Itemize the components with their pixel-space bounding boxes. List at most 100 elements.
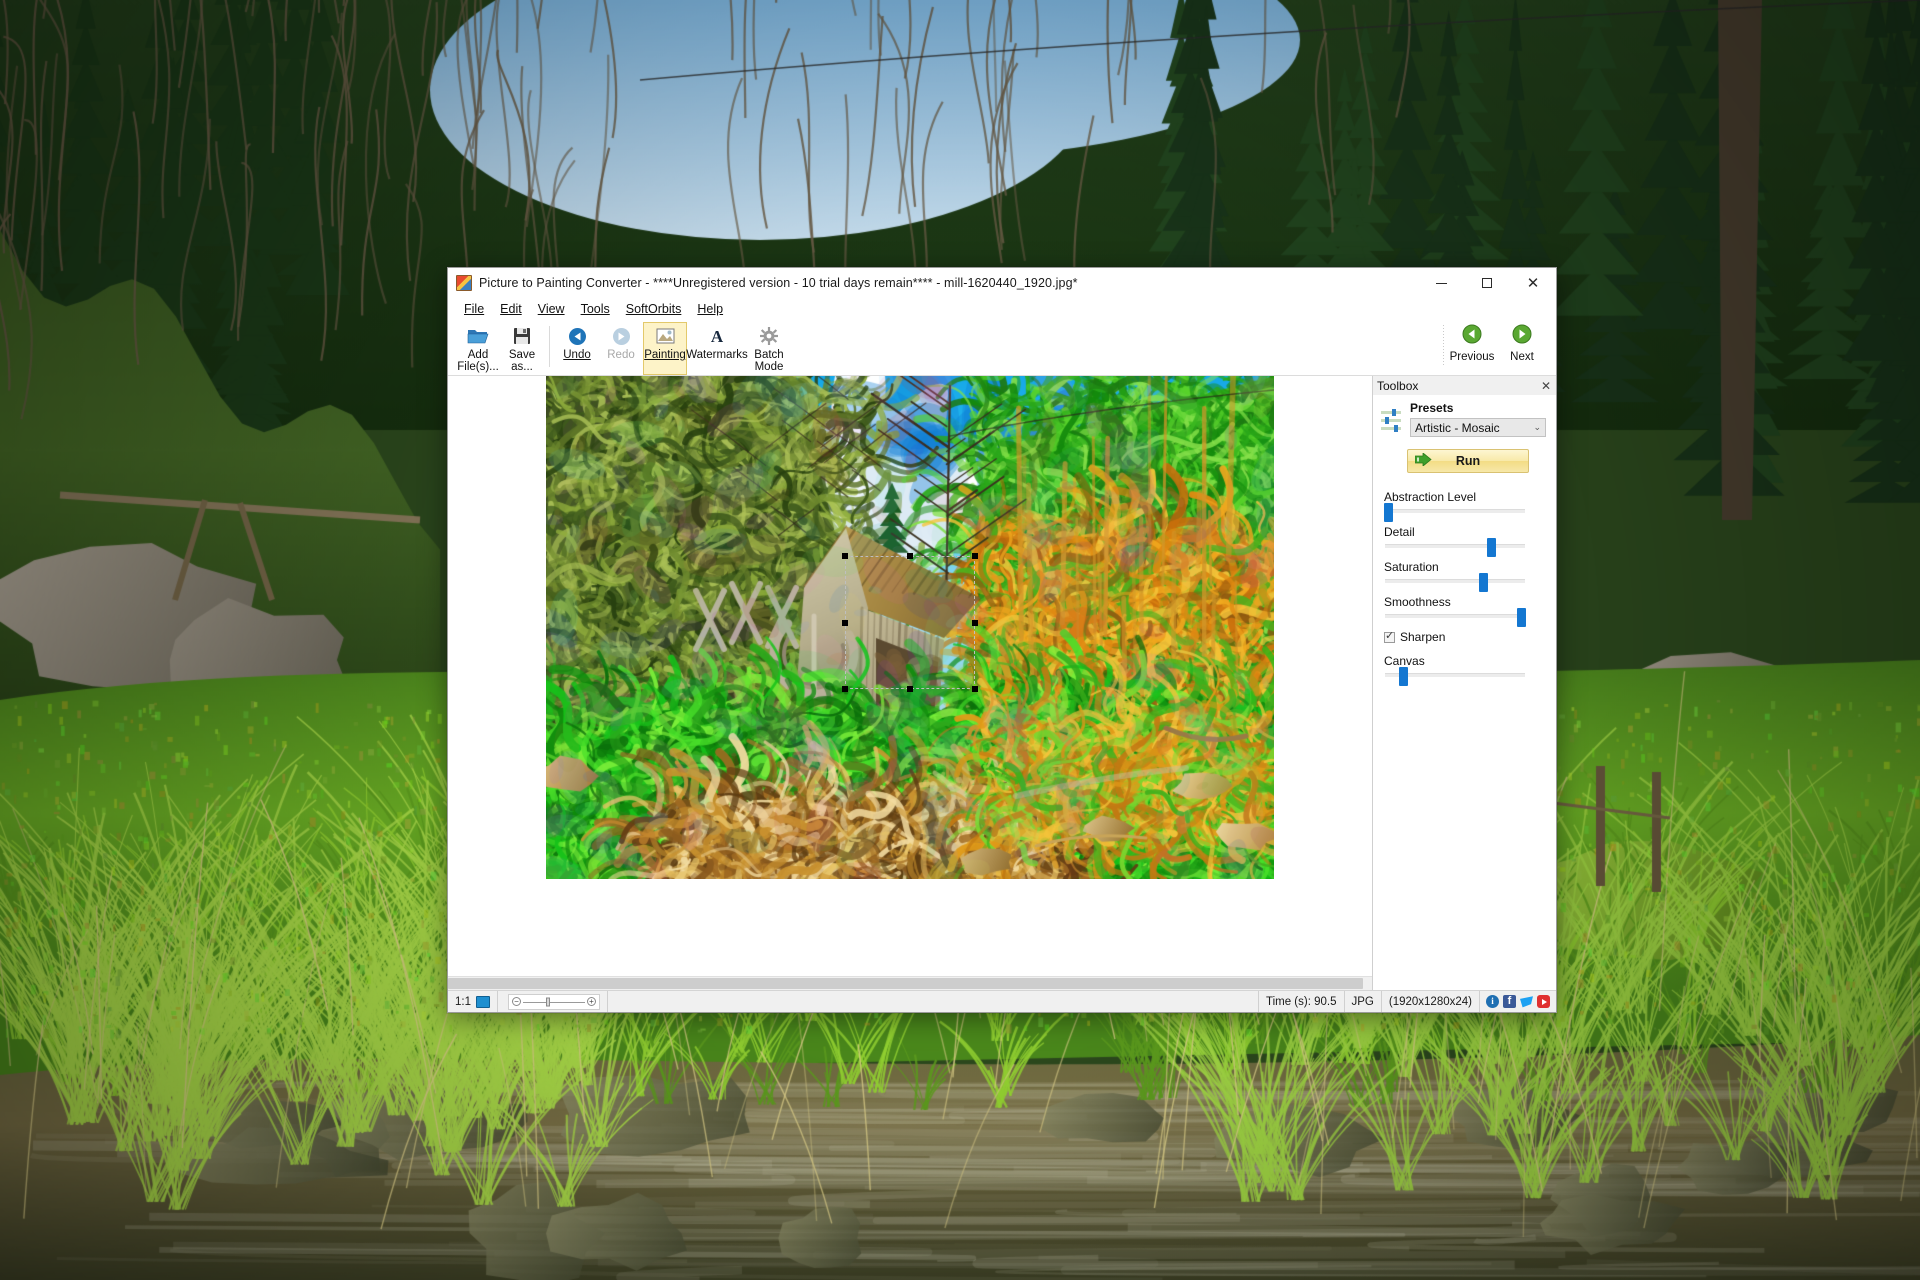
smoothness-label: Smoothness: [1384, 595, 1451, 609]
undo-label: Undo: [563, 349, 591, 361]
zoom-out-button[interactable]: −: [512, 997, 521, 1006]
sharpen-checkbox-row[interactable]: Sharpen: [1384, 630, 1546, 644]
menu-item-tools[interactable]: Tools: [574, 300, 617, 318]
window-title: Picture to Painting Converter - ****Unre…: [479, 276, 1078, 290]
canvas-track[interactable]: [1385, 667, 1525, 686]
slider-canvas: Canvas: [1381, 654, 1546, 686]
image-dimensions-cell: (1920x1280x24): [1382, 991, 1480, 1012]
detail-label: Detail: [1384, 525, 1415, 539]
menu-bar: File Edit View Tools SoftOrbits Help: [448, 298, 1556, 320]
close-icon: ✕: [1526, 274, 1540, 292]
painting-label: Painting: [644, 349, 686, 361]
toolbar-separator-1: [549, 326, 550, 367]
zoom-ratio-cell[interactable]: 1:1: [448, 991, 498, 1012]
abstraction-level-label: Abstraction Level: [1384, 490, 1477, 504]
abstraction-level-thumb[interactable]: [1383, 503, 1393, 522]
saturation-thumb[interactable]: [1479, 573, 1488, 592]
add-files-button[interactable]: Add File(s)...: [456, 322, 500, 375]
processing-time-cell: Time (s): 90.5: [1259, 991, 1345, 1012]
redo-button[interactable]: Redo: [599, 322, 643, 375]
info-icon[interactable]: [1486, 995, 1499, 1008]
twitter-icon[interactable]: [1520, 996, 1533, 1008]
undo-button[interactable]: Undo: [555, 322, 599, 375]
status-icons: [1480, 991, 1556, 1012]
zoom-in-button[interactable]: +: [587, 997, 596, 1006]
minimize-button[interactable]: [1418, 268, 1464, 298]
smoothness-track[interactable]: [1385, 608, 1526, 627]
presets-selected-value: Artistic - Mosaic: [1415, 420, 1500, 435]
scrollbar-thumb[interactable]: [448, 978, 1363, 989]
run-button[interactable]: Run: [1407, 449, 1529, 473]
toolbox-close-icon[interactable]: ✕: [1541, 380, 1551, 392]
menu-item-view[interactable]: View: [531, 300, 572, 318]
menu-help-label: Help: [697, 302, 724, 316]
menu-softorbits-label: SoftOrbits: [625, 302, 682, 316]
menu-item-file[interactable]: File: [457, 300, 491, 318]
window-controls: ✕: [1418, 268, 1556, 298]
chevron-down-icon: ⌄: [1533, 422, 1541, 432]
abstraction-level-track[interactable]: [1383, 503, 1525, 522]
painting-icon: [656, 325, 675, 347]
status-spacer: [608, 991, 1259, 1012]
smoothness-thumb[interactable]: [1516, 608, 1526, 627]
add-files-label: Add File(s)...: [457, 349, 499, 373]
menu-tools-label: Tools: [580, 302, 610, 316]
undo-arrow-icon: [568, 325, 587, 347]
save-as-button[interactable]: Save as...: [500, 322, 544, 375]
menu-item-softorbits[interactable]: SoftOrbits: [619, 300, 689, 318]
zoom-slider-line: [523, 1001, 585, 1003]
youtube-icon[interactable]: [1537, 995, 1550, 1008]
redo-label: Redo: [607, 349, 635, 361]
green-right-arrow-icon: [1512, 324, 1532, 347]
desktop: Picture to Painting Converter - ****Unre…: [0, 0, 1920, 1280]
slider-abstraction-level: Abstraction Level: [1381, 490, 1546, 522]
canvas-holder[interactable]: [448, 376, 1372, 976]
minimize-icon: [1435, 282, 1447, 284]
zoom-slider[interactable]: − +: [508, 993, 600, 1010]
image-canvas-area: [448, 376, 1373, 990]
zoom-slider-knob[interactable]: [545, 997, 550, 1006]
toolbox-panel: Toolbox ✕ Presets Artistic - Mosaic ⌄ Ru…: [1373, 376, 1556, 990]
save-as-label: Save as...: [508, 349, 536, 373]
saturation-track[interactable]: [1385, 573, 1525, 592]
maximize-icon: [1482, 278, 1492, 288]
canvas-horizontal-scrollbar[interactable]: [448, 976, 1372, 990]
toolbar-separator-2: [1443, 325, 1444, 367]
fit-to-screen-icon[interactable]: [476, 995, 490, 1008]
close-button[interactable]: ✕: [1510, 268, 1556, 298]
detail-track[interactable]: [1385, 538, 1525, 557]
batch-mode-label: Batch Mode: [754, 349, 784, 373]
watermarks-button[interactable]: A Watermarks: [686, 322, 748, 375]
batch-mode-button[interactable]: Batch Mode: [747, 322, 791, 375]
previous-button[interactable]: Previous: [1449, 324, 1495, 363]
green-run-arrow-icon: [1414, 452, 1433, 469]
toolbar: Add File(s)... Save as... Undo Redo Pain…: [448, 320, 1556, 376]
slider-smoothness: Smoothness: [1381, 595, 1546, 627]
presets-dropdown[interactable]: Artistic - Mosaic ⌄: [1410, 418, 1546, 437]
file-format-cell: JPG: [1345, 991, 1382, 1012]
sharpen-checkbox[interactable]: [1384, 630, 1395, 643]
facebook-icon[interactable]: [1503, 995, 1516, 1008]
presets-column: Presets Artistic - Mosaic ⌄: [1410, 401, 1546, 437]
painting-preview[interactable]: [546, 376, 1274, 879]
menu-item-edit[interactable]: Edit: [493, 300, 529, 318]
canvas-thumb[interactable]: [1399, 667, 1409, 686]
next-button[interactable]: Next: [1502, 324, 1542, 363]
menu-item-help[interactable]: Help: [690, 300, 730, 318]
painting-button[interactable]: Painting: [643, 322, 687, 375]
toolbox-title: Toolbox: [1377, 378, 1419, 393]
menu-view-label: View: [537, 302, 565, 316]
gear-icon: [760, 325, 778, 347]
detail-thumb[interactable]: [1487, 538, 1497, 557]
toolbox-body: Presets Artistic - Mosaic ⌄ Run Abstract…: [1373, 395, 1556, 990]
main-area: Toolbox ✕ Presets Artistic - Mosaic ⌄ Ru…: [448, 376, 1556, 990]
watermarks-label: Watermarks: [686, 349, 748, 361]
green-left-arrow-icon: [1462, 324, 1482, 347]
saturation-label: Saturation: [1384, 560, 1439, 574]
run-label: Run: [1455, 454, 1481, 468]
next-label: Next: [1510, 351, 1534, 363]
title-bar: Picture to Painting Converter - ****Unre…: [448, 268, 1556, 298]
previous-label: Previous: [1449, 351, 1495, 363]
maximize-button[interactable]: [1464, 268, 1510, 298]
navigation-group: Previous Next: [1449, 324, 1542, 363]
